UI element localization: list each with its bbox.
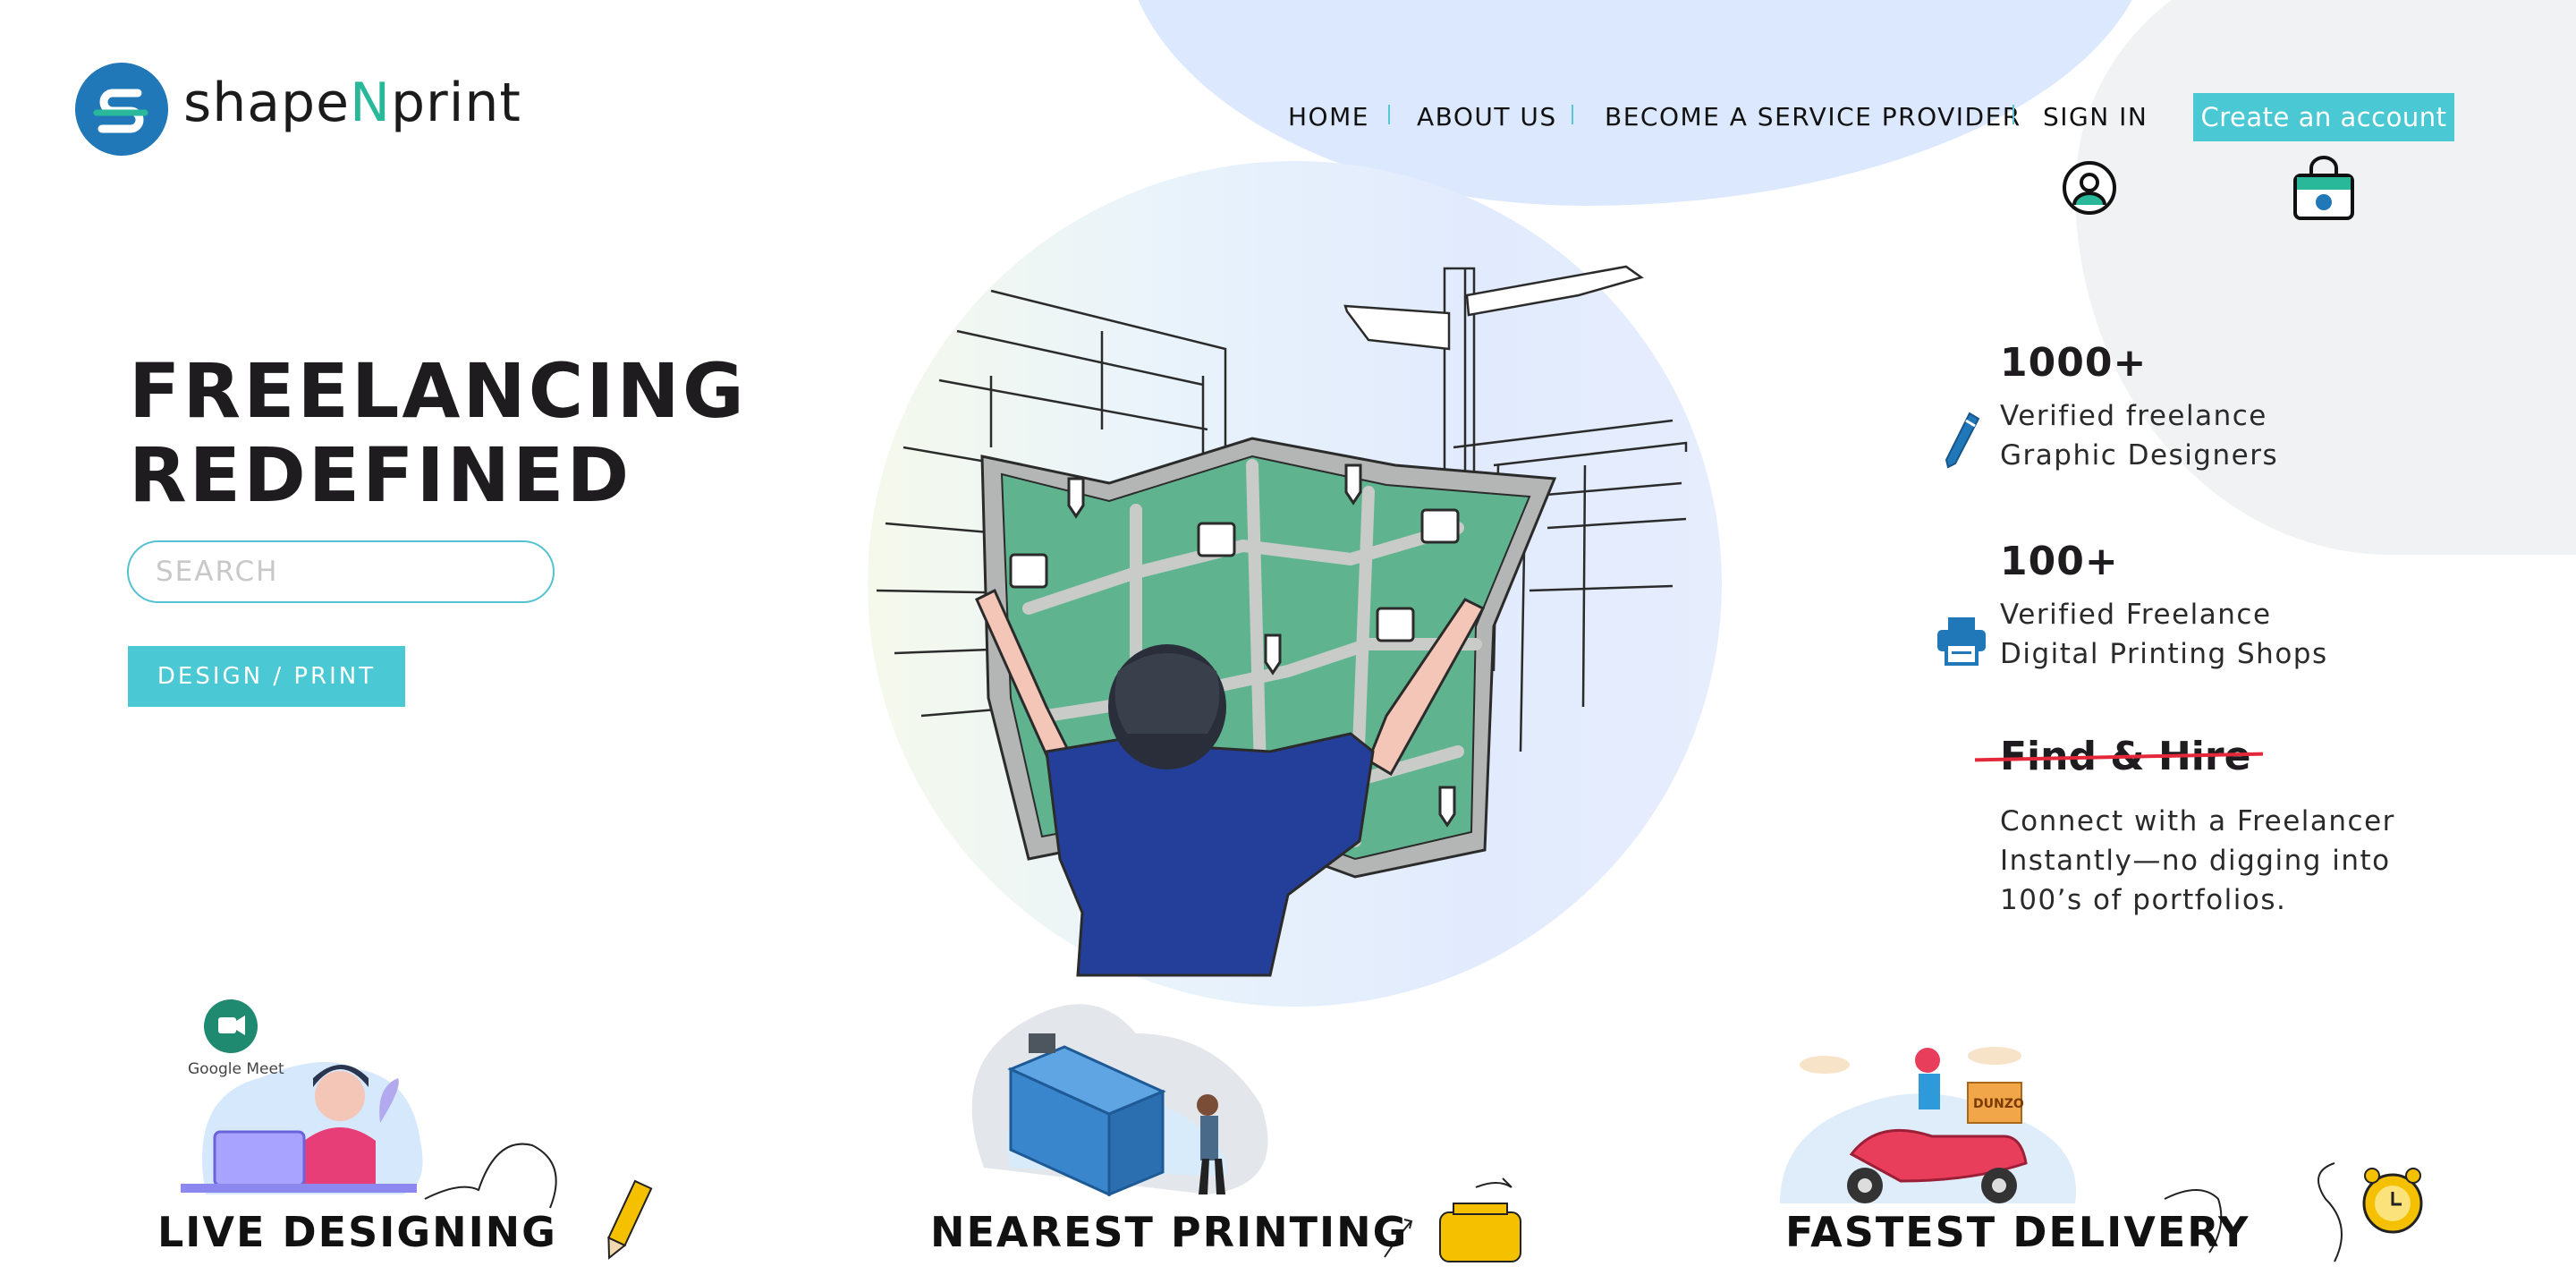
nav-home[interactable]: HOME bbox=[1288, 102, 1369, 132]
shopping-bag-icon[interactable] bbox=[2292, 156, 2356, 225]
nav-about[interactable]: ABOUT US bbox=[1417, 102, 1557, 132]
stat-line: Digital Printing Shops bbox=[2000, 638, 2328, 670]
find-line: 100’s of portfolios. bbox=[2000, 884, 2287, 916]
stat-designers: 1000+ Verified freelance Graphic Designe… bbox=[2000, 340, 2278, 475]
logo-text-part: shape bbox=[183, 72, 351, 134]
map-person-illustration bbox=[876, 265, 1688, 977]
find-hire-description: Connect with a Freelancer Instantly—no d… bbox=[2000, 802, 2395, 920]
stat-line: Verified freelance bbox=[2000, 400, 2267, 432]
hero-headline: FREELANCING REDEFINED bbox=[129, 349, 747, 517]
printing-machine-illustration bbox=[971, 1004, 1268, 1197]
feature-title-fastest-delivery: FASTEST DELIVERY bbox=[1785, 1208, 2250, 1256]
delivery-scooter-illustration: DUNZO bbox=[1780, 1047, 2076, 1203]
nav-become-provider[interactable]: BECOME A SERVICE PROVIDER bbox=[1605, 102, 2021, 132]
design-print-button[interactable]: DESIGN / PRINT bbox=[128, 646, 405, 707]
find-line: Instantly—no digging into bbox=[2000, 845, 2391, 877]
logo-text-part: print bbox=[390, 72, 521, 134]
search-input[interactable] bbox=[127, 540, 555, 603]
feature-title-live-designing: LIVE DESIGNING bbox=[157, 1208, 557, 1256]
logo-icon[interactable] bbox=[75, 63, 168, 156]
printer-icon bbox=[1936, 614, 1987, 669]
google-meet-label: Google Meet bbox=[188, 1060, 284, 1078]
stat-line: Verified Freelance bbox=[2000, 599, 2272, 631]
nav-separator bbox=[1572, 105, 1573, 124]
logo-text-accent: N bbox=[350, 72, 391, 134]
logo-wordmark[interactable]: shapeNprint bbox=[183, 72, 521, 134]
live-designing-illustration: Google Meet bbox=[181, 999, 423, 1194]
nav-separator bbox=[1388, 105, 1390, 124]
stat-number: 1000+ bbox=[2000, 340, 2148, 386]
find-line: Connect with a Freelancer bbox=[2000, 805, 2395, 837]
dunzo-label: DUNZO bbox=[1973, 1097, 2024, 1111]
feature-title-nearest-printing: NEAREST PRINTING bbox=[930, 1208, 1409, 1256]
pen-icon bbox=[1941, 410, 1984, 476]
user-circle-icon[interactable] bbox=[2061, 159, 2118, 220]
stat-number: 100+ bbox=[2000, 539, 2119, 584]
create-account-button[interactable]: Create an account bbox=[2193, 93, 2454, 141]
headline-line-1: FREELANCING bbox=[129, 347, 747, 435]
stat-line: Graphic Designers bbox=[2000, 439, 2279, 472]
nav-separator bbox=[2012, 105, 2014, 124]
stat-printing-shops: 100+ Verified Freelance Digital Printing… bbox=[2000, 539, 2328, 674]
headline-line-2: REDEFINED bbox=[129, 431, 632, 519]
nav-sign-in[interactable]: SIGN IN bbox=[2043, 102, 2148, 132]
